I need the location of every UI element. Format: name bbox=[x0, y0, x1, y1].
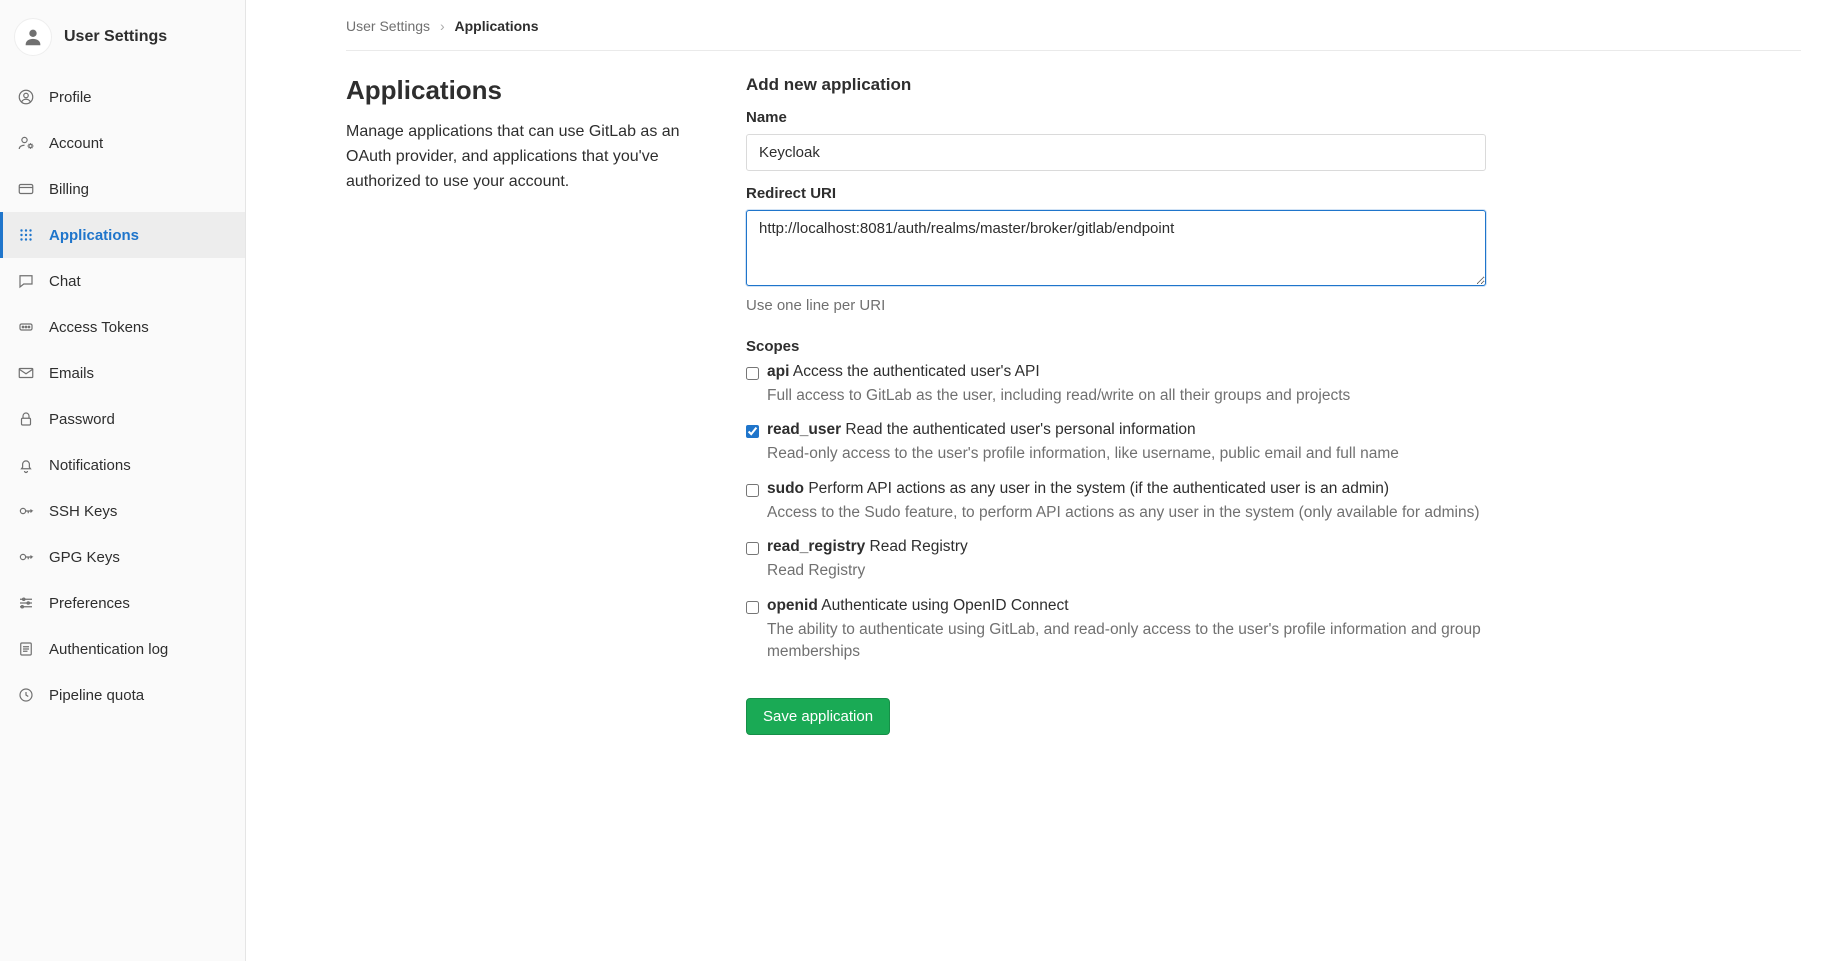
ssh-keys-icon bbox=[17, 502, 35, 520]
sidebar-item-ssh-keys[interactable]: SSH Keys bbox=[0, 488, 245, 534]
scope-description: Read-only access to the user's profile i… bbox=[767, 443, 1486, 465]
user-icon bbox=[22, 26, 44, 48]
sidebar: User Settings Profile Account Billing Appli… bbox=[0, 0, 246, 961]
breadcrumb-parent[interactable]: User Settings bbox=[346, 18, 430, 34]
scope-description: Read Registry bbox=[767, 560, 1486, 582]
chat-icon bbox=[17, 272, 35, 290]
scope-checkbox-read_registry[interactable] bbox=[746, 542, 759, 555]
sidebar-item-label: Profile bbox=[49, 89, 92, 106]
scope-short: Read Registry bbox=[870, 538, 968, 555]
scope-name: read_user bbox=[767, 421, 841, 438]
password-icon bbox=[17, 410, 35, 428]
section-intro: Applications Manage applications that ca… bbox=[346, 75, 686, 735]
scope-checkbox-openid[interactable] bbox=[746, 601, 759, 614]
gpg-keys-icon bbox=[17, 548, 35, 566]
name-label: Name bbox=[746, 109, 1486, 126]
sidebar-item-billing[interactable]: Billing bbox=[0, 166, 245, 212]
redirect-uri-helper: Use one line per URI bbox=[746, 297, 1486, 314]
avatar bbox=[14, 18, 52, 56]
notifications-icon bbox=[17, 456, 35, 474]
sidebar-item-password[interactable]: Password bbox=[0, 396, 245, 442]
sidebar-item-gpg-keys[interactable]: GPG Keys bbox=[0, 534, 245, 580]
pipeline-quota-icon bbox=[17, 686, 35, 704]
emails-icon bbox=[17, 364, 35, 382]
sidebar-item-account[interactable]: Account bbox=[0, 120, 245, 166]
preferences-icon bbox=[17, 594, 35, 612]
sidebar-item-label: Chat bbox=[49, 273, 81, 290]
scope-name: read_registry bbox=[767, 538, 865, 555]
scope-short: Perform API actions as any user in the s… bbox=[808, 480, 1389, 497]
scope-description: Access to the Sudo feature, to perform A… bbox=[767, 502, 1486, 524]
sidebar-item-label: Billing bbox=[49, 181, 89, 198]
sidebar-item-label: Emails bbox=[49, 365, 94, 382]
sidebar-item-authentication-log[interactable]: Authentication log bbox=[0, 626, 245, 672]
scope-description: The ability to authenticate using GitLab… bbox=[767, 619, 1486, 664]
scope-checkbox-api[interactable] bbox=[746, 367, 759, 380]
sidebar-title: User Settings bbox=[64, 28, 167, 46]
scope-sudo: sudo Perform API actions as any user in … bbox=[746, 480, 1486, 524]
application-form: Add new application Name Redirect URI ht… bbox=[746, 75, 1486, 735]
scope-read_registry: read_registry Read Registry Read Registry bbox=[746, 538, 1486, 582]
sidebar-item-pipeline-quota[interactable]: Pipeline quota bbox=[0, 672, 245, 718]
breadcrumb-current: Applications bbox=[455, 18, 539, 34]
access-tokens-icon bbox=[17, 318, 35, 336]
sidebar-item-profile[interactable]: Profile bbox=[0, 74, 245, 120]
sidebar-item-label: SSH Keys bbox=[49, 503, 117, 520]
scope-short: Access the authenticated user's API bbox=[793, 363, 1040, 380]
sidebar-item-label: Notifications bbox=[49, 457, 131, 474]
scope-checkbox-sudo[interactable] bbox=[746, 484, 759, 497]
billing-icon bbox=[17, 180, 35, 198]
scope-checkbox-read_user[interactable] bbox=[746, 425, 759, 438]
name-input[interactable] bbox=[746, 134, 1486, 171]
scope-api: api Access the authenticated user's API F… bbox=[746, 363, 1486, 407]
sidebar-item-label: Pipeline quota bbox=[49, 687, 144, 704]
sidebar-item-label: GPG Keys bbox=[49, 549, 120, 566]
sidebar-item-label: Applications bbox=[49, 227, 139, 244]
scope-short: Authenticate using OpenID Connect bbox=[821, 597, 1068, 614]
scope-name: openid bbox=[767, 597, 818, 614]
sidebar-item-label: Password bbox=[49, 411, 115, 428]
scope-description: Full access to GitLab as the user, inclu… bbox=[767, 385, 1486, 407]
sidebar-item-access-tokens[interactable]: Access Tokens bbox=[0, 304, 245, 350]
sidebar-item-preferences[interactable]: Preferences bbox=[0, 580, 245, 626]
sidebar-header: User Settings bbox=[0, 8, 245, 74]
scope-openid: openid Authenticate using OpenID Connect… bbox=[746, 597, 1486, 664]
sidebar-item-notifications[interactable]: Notifications bbox=[0, 442, 245, 488]
account-icon bbox=[17, 134, 35, 152]
sidebar-item-emails[interactable]: Emails bbox=[0, 350, 245, 396]
redirect-uri-label: Redirect URI bbox=[746, 185, 1486, 202]
scope-name: sudo bbox=[767, 480, 804, 497]
scope-name: api bbox=[767, 363, 789, 380]
scopes-label: Scopes bbox=[746, 338, 1486, 355]
redirect-uri-input[interactable]: http://localhost:8081/auth/realms/master… bbox=[746, 210, 1486, 286]
sidebar-item-label: Access Tokens bbox=[49, 319, 149, 336]
page-description: Manage applications that can use GitLab … bbox=[346, 120, 686, 194]
sidebar-item-label: Account bbox=[49, 135, 103, 152]
sidebar-item-chat[interactable]: Chat bbox=[0, 258, 245, 304]
scope-short: Read the authenticated user's personal i… bbox=[845, 421, 1195, 438]
auth-log-icon bbox=[17, 640, 35, 658]
sidebar-item-applications[interactable]: Applications bbox=[0, 212, 245, 258]
applications-icon bbox=[17, 226, 35, 244]
breadcrumb: User Settings › Applications bbox=[346, 0, 1801, 51]
scopes-section: Scopes api Access the authenticated user… bbox=[746, 338, 1486, 664]
scope-read_user: read_user Read the authenticated user's … bbox=[746, 421, 1486, 465]
form-section-title: Add new application bbox=[746, 75, 1486, 95]
sidebar-item-label: Preferences bbox=[49, 595, 130, 612]
sidebar-item-label: Authentication log bbox=[49, 641, 168, 658]
save-application-button[interactable]: Save application bbox=[746, 698, 890, 735]
main: User Settings › Applications Application… bbox=[246, 0, 1841, 961]
profile-icon bbox=[17, 88, 35, 106]
page-title: Applications bbox=[346, 75, 686, 106]
chevron-right-icon: › bbox=[440, 18, 445, 34]
